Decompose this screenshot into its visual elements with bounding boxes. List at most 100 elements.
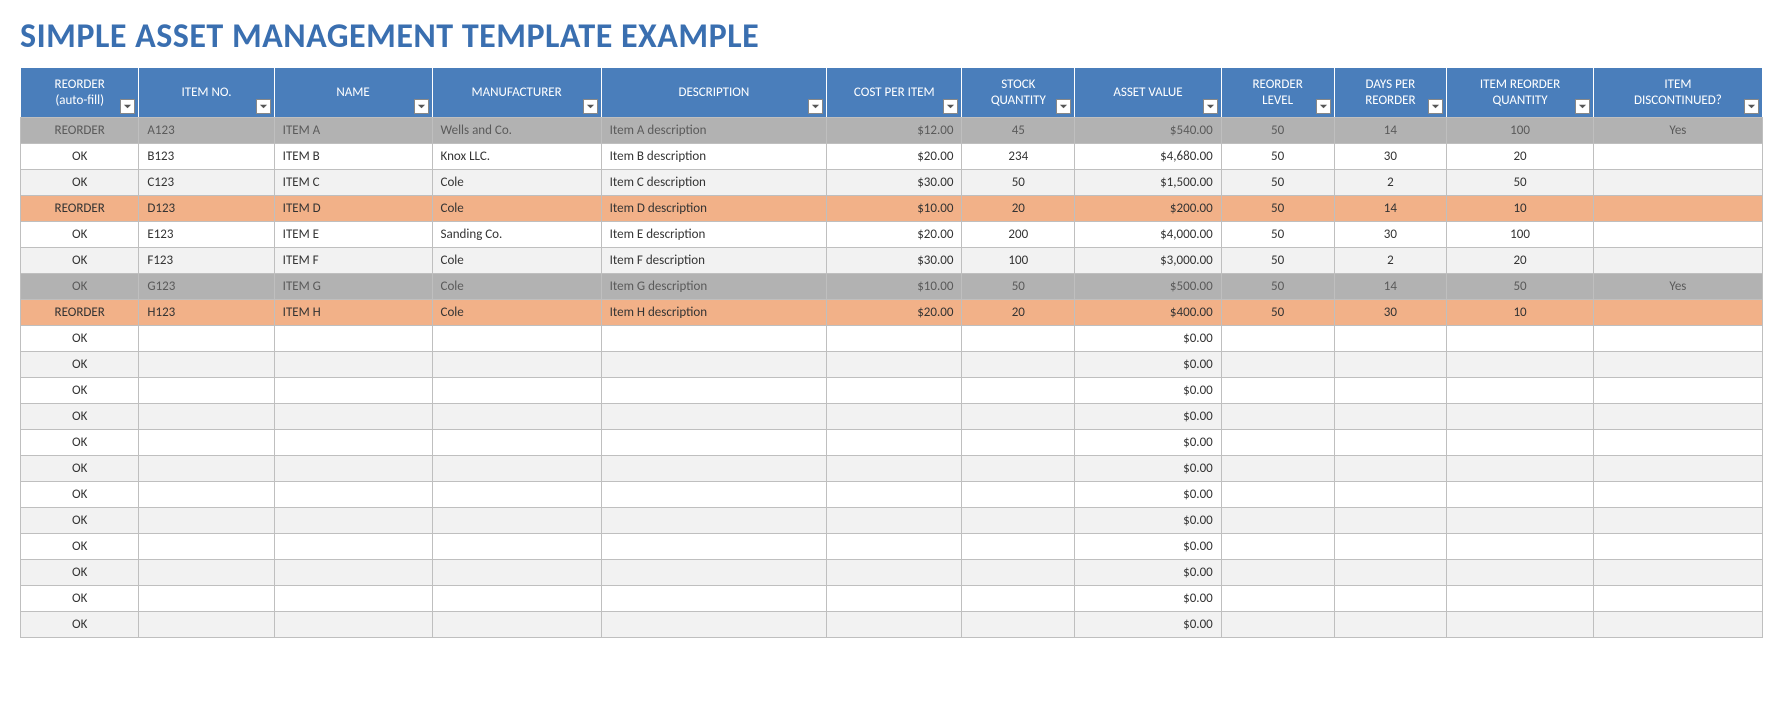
cell-desc[interactable]: [601, 482, 827, 508]
cell-name[interactable]: ITEM A: [274, 118, 432, 144]
cell-reorder[interactable]: OK: [21, 560, 139, 586]
cell-cost[interactable]: [827, 560, 962, 586]
cell-desc[interactable]: [601, 456, 827, 482]
cell-item_no[interactable]: [139, 430, 274, 456]
cell-stock[interactable]: [962, 352, 1075, 378]
cell-reorder[interactable]: OK: [21, 170, 139, 196]
cell-disc[interactable]: [1593, 326, 1762, 352]
cell-qty[interactable]: [1447, 404, 1594, 430]
cell-asset[interactable]: $0.00: [1075, 352, 1222, 378]
cell-days[interactable]: [1334, 508, 1447, 534]
cell-manuf[interactable]: [432, 352, 601, 378]
cell-item_no[interactable]: [139, 456, 274, 482]
cell-asset[interactable]: $0.00: [1075, 404, 1222, 430]
cell-manuf[interactable]: Wells and Co.: [432, 118, 601, 144]
filter-dropdown-icon[interactable]: [1316, 99, 1331, 114]
cell-asset[interactable]: $0.00: [1075, 482, 1222, 508]
cell-level[interactable]: [1221, 326, 1334, 352]
cell-stock[interactable]: 20: [962, 196, 1075, 222]
cell-days[interactable]: 14: [1334, 274, 1447, 300]
cell-asset[interactable]: $0.00: [1075, 612, 1222, 638]
cell-asset[interactable]: $400.00: [1075, 300, 1222, 326]
cell-manuf[interactable]: Cole: [432, 300, 601, 326]
cell-disc[interactable]: [1593, 612, 1762, 638]
cell-cost[interactable]: $20.00: [827, 300, 962, 326]
cell-days[interactable]: [1334, 586, 1447, 612]
cell-qty[interactable]: 10: [1447, 196, 1594, 222]
cell-qty[interactable]: [1447, 456, 1594, 482]
cell-disc[interactable]: [1593, 404, 1762, 430]
cell-stock[interactable]: [962, 404, 1075, 430]
cell-desc[interactable]: [601, 404, 827, 430]
cell-item_no[interactable]: G123: [139, 274, 274, 300]
filter-dropdown-icon[interactable]: [1203, 99, 1218, 114]
cell-stock[interactable]: [962, 612, 1075, 638]
cell-asset[interactable]: $0.00: [1075, 508, 1222, 534]
cell-name[interactable]: ITEM D: [274, 196, 432, 222]
cell-manuf[interactable]: Cole: [432, 196, 601, 222]
cell-qty[interactable]: [1447, 326, 1594, 352]
cell-asset[interactable]: $4,000.00: [1075, 222, 1222, 248]
cell-cost[interactable]: $20.00: [827, 222, 962, 248]
cell-cost[interactable]: $10.00: [827, 196, 962, 222]
cell-name[interactable]: ITEM B: [274, 144, 432, 170]
cell-level[interactable]: [1221, 456, 1334, 482]
cell-item_no[interactable]: [139, 534, 274, 560]
cell-days[interactable]: 14: [1334, 196, 1447, 222]
cell-disc[interactable]: [1593, 144, 1762, 170]
cell-reorder[interactable]: OK: [21, 274, 139, 300]
cell-qty[interactable]: [1447, 430, 1594, 456]
cell-qty[interactable]: [1447, 560, 1594, 586]
cell-days[interactable]: [1334, 482, 1447, 508]
cell-disc[interactable]: [1593, 352, 1762, 378]
cell-manuf[interactable]: [432, 482, 601, 508]
cell-level[interactable]: [1221, 404, 1334, 430]
cell-disc[interactable]: [1593, 196, 1762, 222]
filter-dropdown-icon[interactable]: [1428, 99, 1443, 114]
cell-reorder[interactable]: OK: [21, 430, 139, 456]
cell-disc[interactable]: [1593, 508, 1762, 534]
cell-cost[interactable]: [827, 404, 962, 430]
cell-asset[interactable]: $200.00: [1075, 196, 1222, 222]
cell-days[interactable]: 2: [1334, 170, 1447, 196]
cell-days[interactable]: [1334, 456, 1447, 482]
cell-name[interactable]: [274, 482, 432, 508]
cell-qty[interactable]: [1447, 482, 1594, 508]
cell-days[interactable]: 14: [1334, 118, 1447, 144]
cell-stock[interactable]: 20: [962, 300, 1075, 326]
cell-reorder[interactable]: OK: [21, 352, 139, 378]
cell-disc[interactable]: [1593, 248, 1762, 274]
cell-qty[interactable]: [1447, 508, 1594, 534]
cell-manuf[interactable]: Knox LLC.: [432, 144, 601, 170]
cell-level[interactable]: 50: [1221, 248, 1334, 274]
cell-stock[interactable]: [962, 430, 1075, 456]
cell-desc[interactable]: [601, 430, 827, 456]
cell-stock[interactable]: [962, 326, 1075, 352]
cell-cost[interactable]: [827, 430, 962, 456]
filter-dropdown-icon[interactable]: [256, 99, 271, 114]
cell-cost[interactable]: $12.00: [827, 118, 962, 144]
cell-disc[interactable]: [1593, 170, 1762, 196]
cell-desc[interactable]: [601, 352, 827, 378]
cell-stock[interactable]: 50: [962, 170, 1075, 196]
cell-desc[interactable]: Item A description: [601, 118, 827, 144]
cell-cost[interactable]: [827, 508, 962, 534]
cell-name[interactable]: ITEM E: [274, 222, 432, 248]
cell-cost[interactable]: [827, 378, 962, 404]
cell-level[interactable]: [1221, 430, 1334, 456]
cell-name[interactable]: [274, 378, 432, 404]
cell-item_no[interactable]: [139, 326, 274, 352]
cell-manuf[interactable]: [432, 326, 601, 352]
cell-stock[interactable]: [962, 456, 1075, 482]
cell-cost[interactable]: [827, 612, 962, 638]
cell-item_no[interactable]: D123: [139, 196, 274, 222]
cell-manuf[interactable]: Cole: [432, 248, 601, 274]
cell-stock[interactable]: 234: [962, 144, 1075, 170]
cell-reorder[interactable]: REORDER: [21, 300, 139, 326]
cell-name[interactable]: ITEM G: [274, 274, 432, 300]
cell-desc[interactable]: Item H description: [601, 300, 827, 326]
cell-disc[interactable]: [1593, 456, 1762, 482]
cell-level[interactable]: [1221, 586, 1334, 612]
cell-desc[interactable]: [601, 612, 827, 638]
cell-asset[interactable]: $540.00: [1075, 118, 1222, 144]
